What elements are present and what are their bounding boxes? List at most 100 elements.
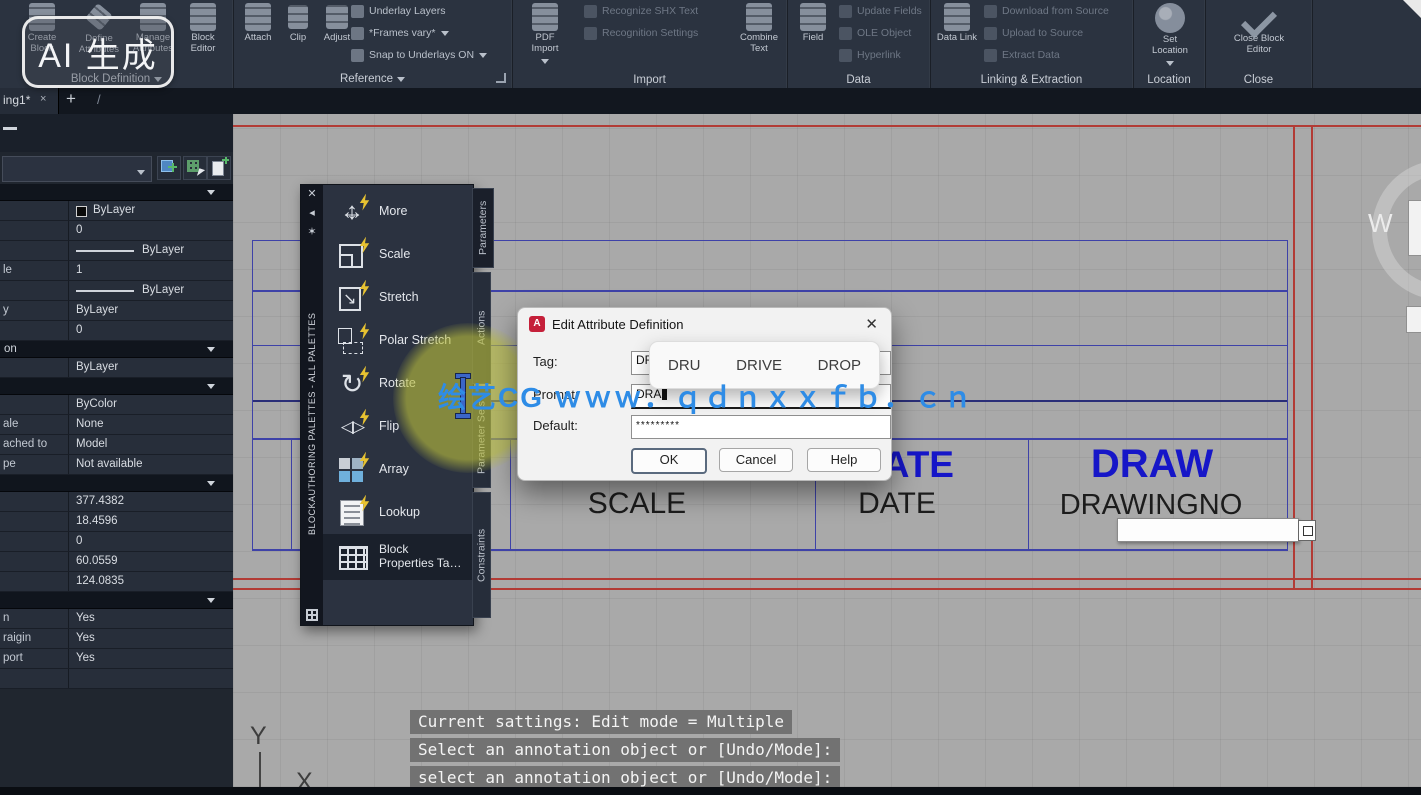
properties-section-general[interactable] <box>0 184 233 201</box>
property-row-width[interactable]: 60.0559 <box>0 552 233 572</box>
dialog-close-icon[interactable]: ✕ <box>865 315 878 333</box>
property-row-lineweight[interactable]: ByLayer <box>0 281 233 301</box>
property-row-transparency[interactable]: yByLayer <box>0 301 233 321</box>
palette-item-scale[interactable]: Scale <box>323 233 473 276</box>
block-editor-button[interactable]: Block Editor <box>180 3 226 54</box>
set-location-button[interactable]: Set Location <box>1147 3 1193 75</box>
field-button[interactable]: Field <box>793 3 833 44</box>
underlay-layers-button[interactable]: Underlay Layers <box>351 2 445 20</box>
download-source-icon <box>984 5 997 18</box>
ribbon-panel-location: Set Location Location <box>1133 0 1206 88</box>
update-fields-button[interactable]: Update Fields <box>839 2 922 20</box>
ole-object-button[interactable]: OLE Object <box>839 24 911 42</box>
property-row-color[interactable]: ByLayer <box>0 201 233 221</box>
panel-label-reference[interactable]: Reference <box>233 72 512 86</box>
snap-to-underlays-dropdown[interactable]: Snap to Underlays ON <box>351 46 487 64</box>
palette-grip-icon <box>3 127 17 130</box>
attach-icon <box>245 3 271 31</box>
suggestion-dru[interactable]: DRU <box>668 357 701 374</box>
download-from-source-button[interactable]: Download from Source <box>984 2 1109 20</box>
select-objects-icon[interactable] <box>183 156 207 180</box>
palette-settings-icon[interactable]: ✶ <box>307 223 316 242</box>
file-tab-bar: ing1* × + / <box>0 88 1421 114</box>
clip-label: Clip <box>281 33 315 44</box>
viewcube-face[interactable] <box>1408 200 1421 256</box>
upload-source-icon <box>984 27 997 40</box>
adjust-icon <box>326 5 348 29</box>
ok-button[interactable]: OK <box>631 448 707 474</box>
chevron-down-icon <box>207 190 215 199</box>
underlay-layers-icon <box>351 5 364 18</box>
drawing-tab[interactable]: ing1* × <box>0 88 59 114</box>
properties-section-3d[interactable]: on <box>0 341 233 358</box>
new-tab-button[interactable]: + <box>66 89 76 109</box>
recognize-shx-text-button[interactable]: Recognize SHX Text <box>584 2 698 20</box>
suggestion-drop[interactable]: DROP <box>818 357 861 374</box>
properties-section-geometry[interactable] <box>0 475 233 492</box>
property-row-misc-2[interactable]: raiginYes <box>0 629 233 649</box>
property-row-position-z[interactable]: 0 <box>0 532 233 552</box>
suggestion-drive[interactable]: DRIVE <box>736 357 782 374</box>
default-field[interactable]: ********* <box>631 415 891 439</box>
chevron-down-icon <box>137 170 145 179</box>
object-type-dropdown[interactable] <box>2 156 152 182</box>
data-link-button[interactable]: Data Link <box>936 3 978 44</box>
properties-section-misc[interactable] <box>0 592 233 609</box>
navigation-bar-stub[interactable] <box>1406 306 1421 333</box>
viewcube-west-label[interactable]: W <box>1368 208 1393 239</box>
property-row-thickness[interactable]: 0 <box>0 321 233 341</box>
ucs-y-label: Y <box>250 722 267 751</box>
property-row-height[interactable]: 124.0835 <box>0 572 233 592</box>
combine-text-button[interactable]: Combine Text <box>734 3 784 54</box>
titleblock-cell-v3 <box>1028 438 1029 551</box>
chevron-down-icon <box>207 598 215 607</box>
property-row-misc-1[interactable]: nYes <box>0 609 233 629</box>
tag-label: Tag: <box>533 354 558 369</box>
frames-vary-dropdown[interactable]: *Frames vary* <box>351 24 449 42</box>
clip-button[interactable]: Clip <box>281 3 315 44</box>
quick-select-icon[interactable] <box>207 156 231 180</box>
property-row-misc-3[interactable]: portYes <box>0 649 233 669</box>
palette-title-text: BLOCKAUTHORING PALETTES - ALL PALETTES <box>307 242 317 605</box>
property-row-plot-table[interactable]: aleNone <box>0 415 233 435</box>
extract-data-icon <box>984 49 997 62</box>
palette-item-block-properties-table[interactable]: Block Properties Ta… <box>323 534 473 580</box>
property-row-plot-style[interactable]: ByColor <box>0 395 233 415</box>
property-row-linetype-scale[interactable]: le1 <box>0 261 233 281</box>
polar-stretch-action-icon <box>337 326 367 356</box>
properties-section-plot[interactable] <box>0 378 233 395</box>
ucs-y-axis <box>259 752 261 788</box>
property-row-material[interactable]: ByLayer <box>0 358 233 378</box>
attach-button[interactable]: Attach <box>237 3 279 44</box>
block-properties-table-icon <box>337 542 367 572</box>
palette-item-move[interactable]: ↔ ↕ More <box>323 190 473 233</box>
extract-data-button[interactable]: Extract Data <box>984 46 1060 64</box>
property-row-linetype[interactable]: ByLayer <box>0 241 233 261</box>
cancel-button[interactable]: Cancel <box>719 448 793 472</box>
inplace-text-editor[interactable] <box>1117 518 1299 542</box>
property-row-layer[interactable]: 0 <box>0 221 233 241</box>
close-block-editor-button[interactable]: Close Block Editor <box>1231 3 1287 55</box>
recognition-settings-button[interactable]: Recognition Settings <box>584 24 698 42</box>
palette-grid-icon[interactable] <box>306 609 318 621</box>
pdf-import-button[interactable]: PDF Import <box>522 3 568 73</box>
help-button[interactable]: Help <box>807 448 881 472</box>
upload-to-source-button[interactable]: Upload to Source <box>984 24 1083 42</box>
tab-close-icon[interactable]: × <box>40 93 46 105</box>
property-row-position-x[interactable]: 377.4382 <box>0 492 233 512</box>
scale-cell-text: SCALE <box>588 487 686 521</box>
toggle-pickadd-icon[interactable] <box>157 156 181 180</box>
palette-tab-constraints[interactable]: Constraints <box>472 492 491 618</box>
ribbon-panel-reference: Attach Clip Adjust Underlay Layers *Fram… <box>233 0 513 88</box>
inplace-editor-button[interactable] <box>1298 520 1316 541</box>
hyperlink-button[interactable]: Hyperlink <box>839 46 901 64</box>
palette-close-icon[interactable]: ✕ <box>307 185 316 204</box>
panel-dialog-launcher-icon[interactable] <box>496 73 506 83</box>
palette-item-lookup[interactable]: Lookup <box>323 491 473 534</box>
palette-autohide-icon[interactable]: ◂ <box>309 204 315 223</box>
property-row-table-type[interactable]: peNot available <box>0 455 233 475</box>
property-row-attached-to[interactable]: ached toModel <box>0 435 233 455</box>
property-row-position-y[interactable]: 18.4596 <box>0 512 233 532</box>
palette-item-stretch[interactable]: ↘ Stretch <box>323 276 473 319</box>
palette-tab-parameters[interactable]: Parameters <box>472 188 494 268</box>
